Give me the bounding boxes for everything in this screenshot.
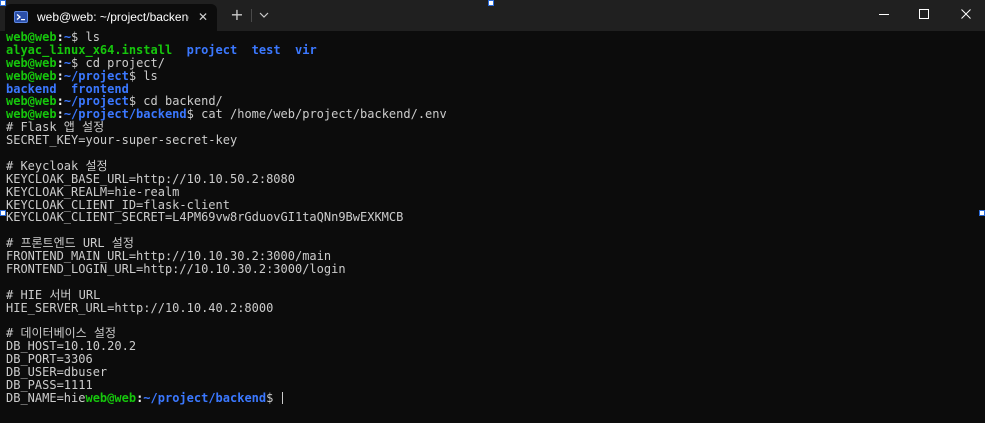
minimize-icon — [879, 14, 889, 15]
resize-handle[interactable] — [0, 210, 6, 216]
directory-entry: backend — [6, 81, 57, 96]
env-line — [6, 315, 976, 328]
env-line: DB_USER=dbuser — [6, 365, 108, 380]
command-text: $ ls — [71, 30, 100, 44]
tab-title: web@web: ~/project/backend — [37, 10, 189, 24]
env-line — [6, 147, 976, 160]
prompt-user: web@web — [6, 94, 57, 109]
prompt-separator: : — [56, 94, 64, 109]
close-icon — [961, 9, 971, 19]
command-text: $ cat /home/web/project/backend/.env — [186, 107, 447, 122]
prompt-user: web@web — [6, 107, 57, 122]
directory-entry: vir — [295, 42, 317, 57]
command-text: $ ls — [128, 68, 158, 83]
prompt-path: ~ — [63, 30, 72, 44]
prompt-path: ~/project/backend — [143, 390, 267, 405]
directory-entry: frontend — [71, 81, 129, 96]
resize-handle[interactable] — [488, 0, 494, 6]
env-line: # HIE 서버 URL — [6, 287, 101, 302]
prompt-path: ~/project — [63, 94, 129, 109]
terminal-prompt-line[interactable]: DB_NAME=hieweb@web:~/project/backend$ — [6, 390, 976, 405]
file-entry: alyac_linux_x64.install — [6, 42, 173, 57]
prompt-path: ~/project/backend — [63, 107, 187, 122]
env-line — [6, 276, 976, 289]
prompt-user: web@web — [85, 390, 137, 405]
resize-handle[interactable] — [0, 0, 6, 6]
prompt-path: ~ — [63, 55, 72, 70]
env-line — [6, 224, 976, 237]
new-tab-button[interactable]: + — [226, 5, 248, 25]
env-line: KEYCLOAK_CLIENT_SECRET=L4PM69vw8rGduovGI… — [6, 210, 404, 225]
prompt-separator: : — [56, 107, 64, 122]
env-line: KEYCLOAK_REALM=hie-realm — [6, 184, 180, 199]
directory-entry: test — [251, 42, 281, 57]
maximize-icon — [919, 9, 929, 19]
terminal-icon — [14, 11, 28, 23]
prompt-user: web@web — [6, 30, 57, 44]
tab-divider — [251, 9, 252, 22]
prompt-separator: : — [56, 55, 64, 70]
command-text: $ cd backend/ — [128, 94, 223, 109]
resize-handle[interactable] — [979, 210, 985, 216]
prompt-separator: : — [56, 68, 64, 83]
text-cursor — [281, 391, 283, 404]
env-line: SECRET_KEY=your-super-secret-key — [6, 133, 238, 148]
env-line: DB_NAME=hie — [6, 390, 86, 405]
maximize-button[interactable] — [901, 0, 947, 29]
env-line: FRONTEND_LOGIN_URL=http://10.10.30.2:300… — [6, 262, 346, 277]
env-line: DB_PORT=3306 — [6, 352, 93, 367]
command-text: $ cd project/ — [71, 55, 165, 70]
env-line: KEYCLOAK_BASE_URL=http://10.10.50.2:8080 — [6, 171, 295, 186]
terminal-line: web@web:~/project/backend$ cat /home/web… — [6, 108, 976, 121]
env-line: # Keycloak 설정 — [6, 158, 108, 173]
tab-terminal[interactable]: web@web: ~/project/backend ✕ — [5, 4, 217, 31]
directory-entry: project — [186, 42, 238, 57]
prompt-user: web@web — [6, 68, 57, 83]
prompt-user: web@web — [6, 55, 57, 70]
env-line: DB_HOST=10.10.20.2 — [6, 339, 137, 354]
env-line: HIE_SERVER_URL=http://10.10.40.2:8000 — [6, 300, 274, 315]
window-close-button[interactable] — [943, 0, 985, 29]
prompt-path: ~/project — [63, 68, 129, 83]
terminal-line: web@web:~/project$ ls — [6, 68, 976, 83]
terminal-output[interactable]: web@web:~$ ls alyac_linux_x64.install pr… — [6, 31, 976, 421]
prompt-separator: : — [56, 30, 64, 44]
terminal-window: web@web: ~/project/backend ✕ + web@web:~… — [0, 0, 985, 423]
close-icon[interactable]: ✕ — [195, 9, 211, 25]
chevron-down-icon[interactable] — [255, 5, 273, 25]
command-text: $ — [266, 390, 281, 405]
env-line: # 데이터베이스 설정 — [6, 326, 116, 341]
